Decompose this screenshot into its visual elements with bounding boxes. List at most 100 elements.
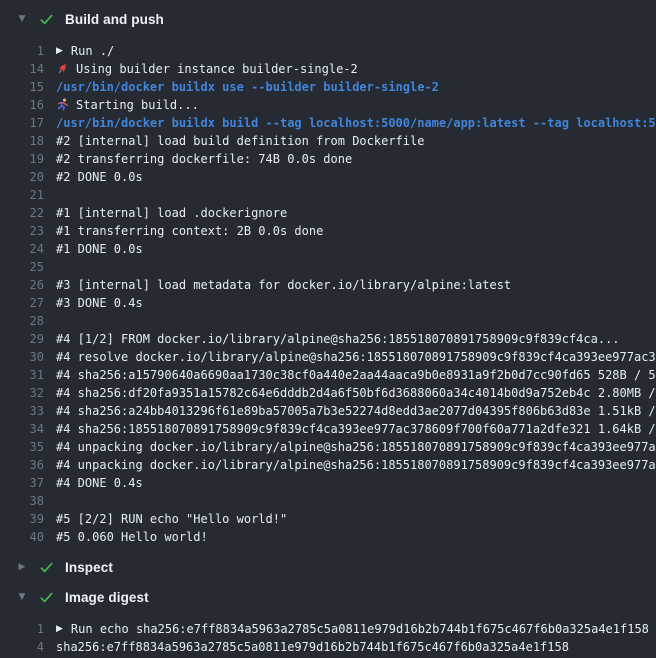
- log-line: 26 #3 [internal] load metadata for docke…: [0, 276, 656, 294]
- line-number[interactable]: 36: [0, 456, 44, 474]
- section-header[interactable]: ▶ Inspect: [0, 552, 656, 582]
- line-number[interactable]: 22: [0, 204, 44, 222]
- log-line: 1 ▶ Run echo sha256:e7ff8834a5963a2785c5a…: [0, 620, 656, 638]
- line-number[interactable]: 21: [0, 186, 44, 204]
- chevron-down-icon[interactable]: ▼: [16, 592, 28, 602]
- log-line: 32 #4 sha256:df20fa9351a15782c64e6dddb2d…: [0, 384, 656, 402]
- log-section-inspect: ▶ Inspect: [0, 552, 656, 582]
- log-line: 24 #1 DONE 0.0s: [0, 240, 656, 258]
- line-number[interactable]: 1: [0, 620, 44, 638]
- chevron-right-icon[interactable]: ▶: [16, 562, 28, 572]
- log-line: 39 #5 [2/2] RUN echo "Hello world!": [0, 510, 656, 528]
- log-line: 22 #1 [internal] load .dockerignore: [0, 204, 656, 222]
- line-content: #2 transferring dockerfile: 74B 0.0s don…: [56, 150, 352, 168]
- log-text: #4 unpacking docker.io/library/alpine@sh…: [56, 456, 656, 474]
- section-title: Inspect: [65, 560, 113, 575]
- log-line: 1 ▶ Run ./: [0, 42, 656, 60]
- expand-group-icon[interactable]: ▶: [56, 42, 63, 60]
- line-number[interactable]: 28: [0, 312, 44, 330]
- log-text: #4 sha256:df20fa9351a15782c64e6dddb2d4a6…: [56, 384, 656, 402]
- line-number[interactable]: 14: [0, 60, 44, 78]
- line-content: ▶ Run ./: [56, 42, 114, 60]
- line-content: #5 [2/2] RUN echo "Hello world!": [56, 510, 287, 528]
- log-line: 31 #4 sha256:a15790640a6690aa1730c38cf0a…: [0, 366, 656, 384]
- log-line: 15 /usr/bin/docker buildx use --builder …: [0, 78, 656, 96]
- line-number[interactable]: 39: [0, 510, 44, 528]
- line-content: #2 [internal] load build definition from…: [56, 132, 424, 150]
- line-number[interactable]: 1: [0, 42, 44, 60]
- line-number[interactable]: 34: [0, 420, 44, 438]
- line-number[interactable]: 4: [0, 638, 44, 656]
- line-number[interactable]: 20: [0, 168, 44, 186]
- line-content: #3 DONE 0.4s: [56, 294, 143, 312]
- log-line: 35 #4 unpacking docker.io/library/alpine…: [0, 438, 656, 456]
- log-text: #1 DONE 0.0s: [56, 240, 143, 258]
- log-text: #1 [internal] load .dockerignore: [56, 204, 287, 222]
- log-text: #2 DONE 0.0s: [56, 168, 143, 186]
- log-section-image-digest: ▼ Image digest 1 ▶ Run echo sha256:e7ff88…: [0, 582, 656, 658]
- line-content: #4 sha256:a15790640a6690aa1730c38cf0a440…: [56, 366, 656, 384]
- chevron-down-icon[interactable]: ▼: [16, 14, 28, 24]
- line-number[interactable]: 19: [0, 150, 44, 168]
- line-number[interactable]: 25: [0, 258, 44, 276]
- line-number[interactable]: 32: [0, 384, 44, 402]
- line-number[interactable]: 35: [0, 438, 44, 456]
- log-text: Starting build...: [76, 96, 199, 114]
- log-text: #4 [1/2] FROM docker.io/library/alpine@s…: [56, 330, 620, 348]
- log-text: /usr/bin/docker buildx build --tag local…: [56, 114, 656, 132]
- log-line: 16 Starting build...: [0, 96, 656, 114]
- line-content: /usr/bin/docker buildx build --tag local…: [56, 114, 656, 132]
- log-text: Using builder instance builder-single-2: [76, 60, 358, 78]
- line-content: #1 [internal] load .dockerignore: [56, 204, 287, 222]
- log-text: #5 0.060 Hello world!: [56, 528, 208, 546]
- section-header[interactable]: ▼ Image digest: [0, 582, 656, 612]
- expand-group-icon[interactable]: ▶: [56, 620, 63, 638]
- line-number[interactable]: 27: [0, 294, 44, 312]
- log-text: /usr/bin/docker buildx use --builder bui…: [56, 78, 439, 96]
- log-line: 21: [0, 186, 656, 204]
- section-title: Image digest: [65, 590, 149, 605]
- line-content: #4 resolve docker.io/library/alpine@sha2…: [56, 348, 656, 366]
- line-content: #1 DONE 0.0s: [56, 240, 143, 258]
- line-content: ▶ Run echo sha256:e7ff8834a5963a2785c5a08…: [56, 620, 649, 638]
- line-number[interactable]: 24: [0, 240, 44, 258]
- line-number[interactable]: 23: [0, 222, 44, 240]
- log-text: #2 [internal] load build definition from…: [56, 132, 424, 150]
- line-content: /usr/bin/docker buildx use --builder bui…: [56, 78, 439, 96]
- section-header[interactable]: ▼ Build and push: [0, 4, 656, 34]
- workflow-log-viewer: ▼ Build and push 1 ▶Run ./ 14 Using buil…: [0, 0, 656, 658]
- log-text: Run ./: [71, 42, 114, 60]
- line-number[interactable]: 30: [0, 348, 44, 366]
- log-text: #5 [2/2] RUN echo "Hello world!": [56, 510, 287, 528]
- line-content: Using builder instance builder-single-2: [56, 60, 358, 78]
- log-line: 37 #4 DONE 0.4s: [0, 474, 656, 492]
- line-content: #4 sha256:185518070891758909c9f839cf4ca3…: [56, 420, 656, 438]
- log-line: 20 #2 DONE 0.0s: [0, 168, 656, 186]
- line-number[interactable]: 33: [0, 402, 44, 420]
- line-content: #2 DONE 0.0s: [56, 168, 143, 186]
- log-line: 27 #3 DONE 0.4s: [0, 294, 656, 312]
- line-number[interactable]: 15: [0, 78, 44, 96]
- log-text: #4 sha256:a15790640a6690aa1730c38cf0a440…: [56, 366, 656, 384]
- section-log-lines: 1 ▶ Run echo sha256:e7ff8834a5963a2785c5a…: [0, 612, 656, 658]
- line-content: #5 0.060 Hello world!: [56, 528, 208, 546]
- log-line: 14 Using builder instance builder-single…: [0, 60, 656, 78]
- success-check-icon: [39, 12, 54, 27]
- line-number[interactable]: 26: [0, 276, 44, 294]
- line-number[interactable]: 31: [0, 366, 44, 384]
- line-number[interactable]: 29: [0, 330, 44, 348]
- success-check-icon: [39, 590, 54, 605]
- line-number[interactable]: 37: [0, 474, 44, 492]
- line-content: #4 DONE 0.4s: [56, 474, 143, 492]
- line-number[interactable]: 16: [0, 96, 44, 114]
- line-content: Starting build...: [56, 96, 199, 114]
- line-number[interactable]: 17: [0, 114, 44, 132]
- line-number[interactable]: 40: [0, 528, 44, 546]
- log-text: Run echo sha256:e7ff8834a5963a2785c5a081…: [71, 620, 649, 638]
- success-check-icon: [39, 560, 54, 575]
- log-line: 4 sha256:e7ff8834a5963a2785c5a0811e979d1…: [0, 638, 656, 656]
- line-number[interactable]: 38: [0, 492, 44, 510]
- log-line: 38: [0, 492, 656, 510]
- line-number[interactable]: 18: [0, 132, 44, 150]
- log-text: #4 resolve docker.io/library/alpine@sha2…: [56, 348, 656, 366]
